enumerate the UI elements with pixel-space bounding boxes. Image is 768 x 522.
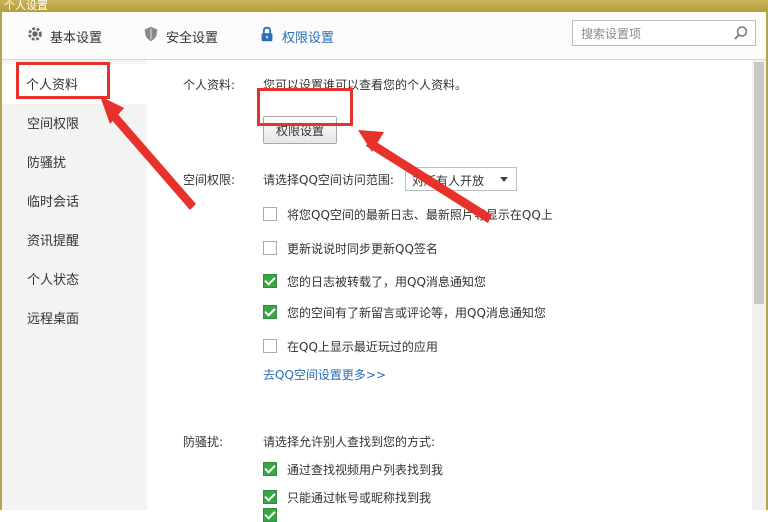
more-space-settings-link[interactable]: 去QQ空间设置更多>> [263,366,386,383]
sidebar-item-personal-status[interactable]: 个人状态 [27,269,79,288]
gear-icon [26,25,44,47]
sidebar-item-news-alert[interactable]: 资讯提醒 [27,230,79,249]
search-icon[interactable] [733,25,749,41]
space-range-value: 对所有人开放 [412,174,485,188]
checkbox-show-recent-apps[interactable] [263,339,277,353]
space-range-prompt: 请选择QQ空间访问范围: [263,173,394,187]
tab-permission-settings[interactable]: 权限设置 [258,24,334,48]
checkbox-show-latest-posts[interactable] [263,207,277,221]
highlight-box-profile [16,62,110,99]
option-notify-repost: 您的日志被转载了，用QQ消息通知您 [287,275,486,289]
option-find-by-account: 只能通过帐号或昵称找到我 [287,491,432,505]
settings-window: 基本设置 安全设置 权限设置 个人资料 空间权限 防 [0,12,768,522]
tab-basic-settings-label: 基本设置 [50,30,103,46]
sidebar-item-label: 临时会话 [27,195,80,210]
content-scrollbar[interactable] [752,60,766,510]
sidebar-item-anti-harassment[interactable]: 防骚扰 [27,152,66,171]
sidebar-item-label: 防骚扰 [27,156,67,171]
scrollbar-thumb[interactable] [754,62,764,304]
checkbox-sync-signature[interactable] [263,241,277,255]
settings-sidebar: 个人资料 空间权限 防骚扰 临时会话 资讯提醒 个人状态 远程桌面 [2,60,147,510]
antispam-section-label: 防骚扰: [183,435,224,449]
shield-icon [142,25,160,47]
checkbox-partial-option[interactable] [263,508,277,522]
option-show-recent-apps: 在QQ上显示最近玩过的应用 [287,340,438,354]
tab-basic-settings[interactable]: 基本设置 [26,24,102,48]
tab-security-settings-label: 安全设置 [166,30,219,46]
search-input[interactable] [579,24,733,44]
settings-search-box [572,20,756,46]
window-titlebar: 个人设置 [0,0,768,12]
top-tab-bar: 基本设置 安全设置 权限设置 [2,12,766,60]
checkbox-find-by-account[interactable] [263,490,277,504]
checkbox-find-by-video-list[interactable] [263,462,277,476]
checkbox-notify-comment[interactable] [263,305,277,319]
sidebar-item-space-permission[interactable]: 空间权限 [27,113,79,132]
sidebar-item-label: 资讯提醒 [27,234,80,249]
tab-security-settings[interactable]: 安全设置 [142,24,218,48]
option-show-latest-posts: 将您QQ空间的最新日志、最新照片等显示在QQ上 [287,208,553,222]
antispam-prompt: 请选择允许别人查找到您的方式: [263,435,436,449]
sidebar-item-remote-desktop[interactable]: 远程桌面 [27,308,79,327]
profile-section-label: 个人资料: [183,78,236,92]
settings-content: 个人资料: 您可以设置谁可以查看您的个人资料。 权限设置 空间权限: 请选择QQ… [147,60,752,522]
highlight-box-permission-button [257,88,353,126]
sidebar-item-label: 远程桌面 [27,312,80,327]
chevron-down-icon [500,177,508,182]
checkbox-notify-repost[interactable] [263,274,277,288]
option-notify-comment: 您的空间有了新留言或评论等，用QQ消息通知您 [287,306,546,320]
sidebar-item-temp-session[interactable]: 临时会话 [27,191,79,210]
tab-permission-settings-label: 权限设置 [282,30,335,46]
sidebar-item-label: 空间权限 [27,117,80,132]
sidebar-item-label: 个人状态 [27,273,80,288]
option-sync-signature: 更新说说时同步更新QQ签名 [287,242,438,256]
lock-icon [258,25,276,47]
space-range-dropdown[interactable]: 对所有人开放 [405,167,517,191]
space-section-label: 空间权限: [183,173,236,187]
option-find-by-video-list: 通过查找视频用户列表找到我 [287,463,444,477]
